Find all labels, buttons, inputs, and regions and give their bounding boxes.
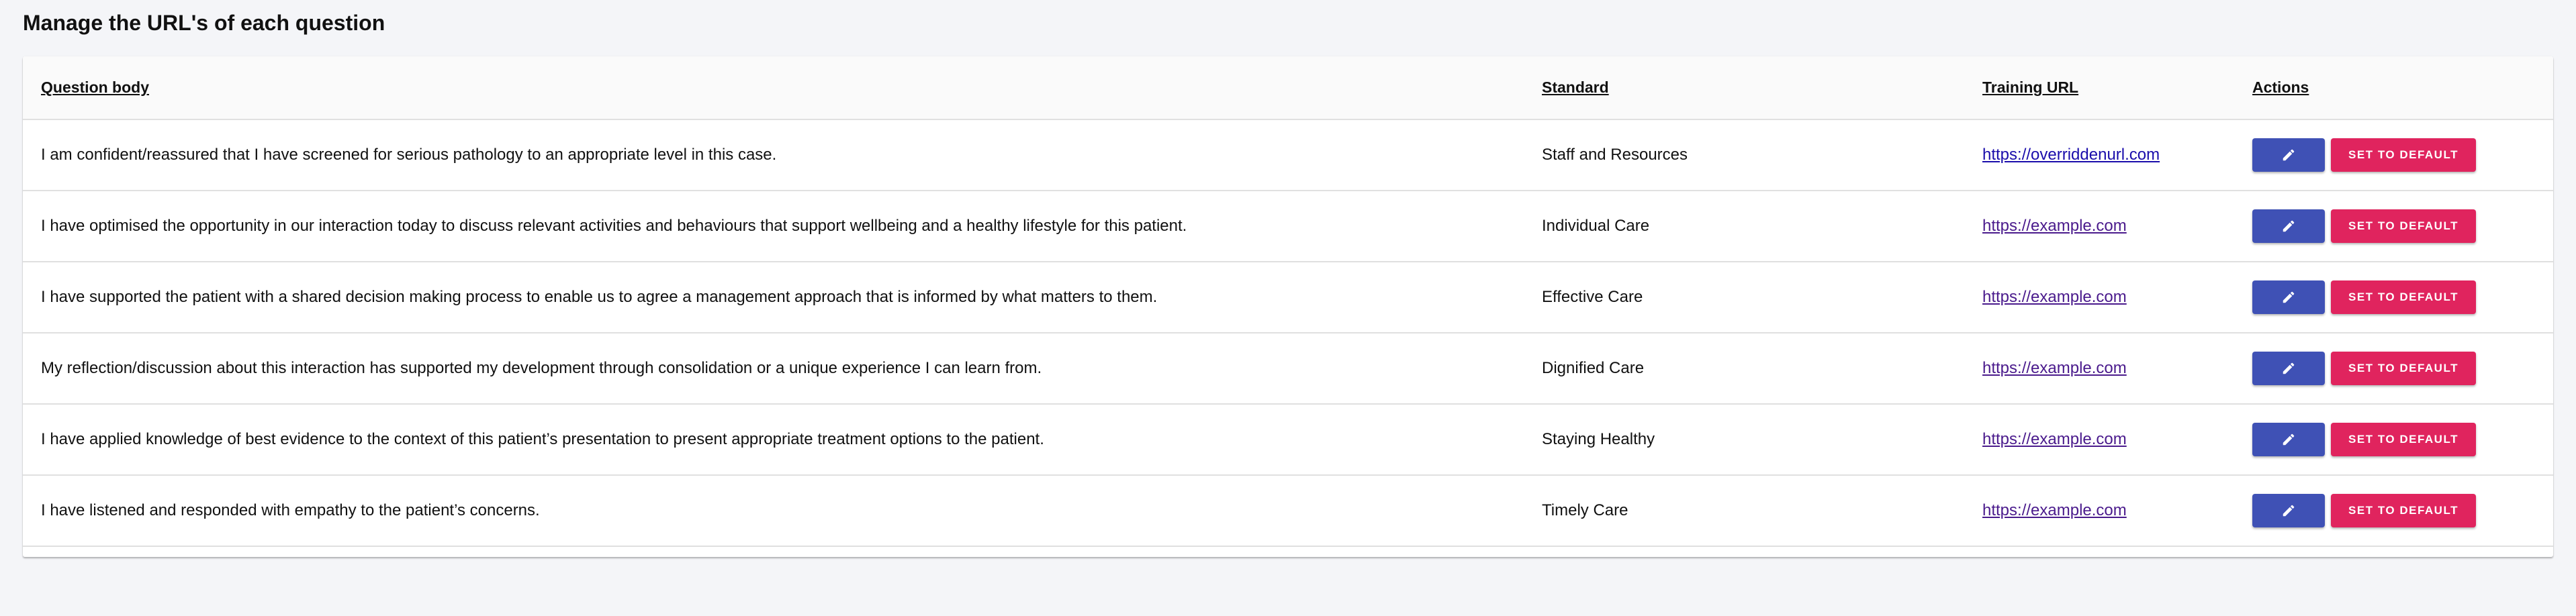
- actions-cell: SET TO DEFAULT: [2234, 262, 2553, 333]
- training-url-link[interactable]: https://example.com: [1982, 288, 2127, 306]
- training-url-link[interactable]: https://example.com: [1982, 501, 2127, 519]
- page-title: Manage the URL's of each question: [23, 11, 385, 35]
- edit-button[interactable]: [2252, 352, 2325, 385]
- question-body-cell: I have listened and responded with empat…: [23, 475, 1524, 547]
- pencil-icon: [2283, 220, 2295, 232]
- edit-button[interactable]: [2252, 280, 2325, 314]
- set-to-default-button[interactable]: SET TO DEFAULT: [2331, 209, 2476, 243]
- actions-cell: SET TO DEFAULT: [2234, 119, 2553, 191]
- training-url-link[interactable]: https://example.com: [1982, 359, 2127, 377]
- question-body-cell: I have supported the patient with a shar…: [23, 262, 1524, 333]
- actions-cell: SET TO DEFAULT: [2234, 404, 2553, 476]
- training-url-cell: https://overriddenurl.com: [1964, 119, 2234, 191]
- standard-cell: Staying Healthy: [1524, 404, 1964, 476]
- edit-button[interactable]: [2252, 423, 2325, 456]
- training-url-cell: https://example.com: [1964, 262, 2234, 333]
- edit-button[interactable]: [2252, 494, 2325, 527]
- questions-table-card: Question body Standard Training URL Acti…: [23, 56, 2553, 557]
- actions-cell: SET TO DEFAULT: [2234, 475, 2553, 547]
- page: Manage the URL's of each question Questi…: [0, 0, 2576, 616]
- pencil-icon: [2283, 149, 2295, 161]
- pencil-icon: [2283, 291, 2295, 303]
- question-body-cell: I am confident/reassured that I have scr…: [23, 119, 1524, 191]
- training-url-cell: https://example.com: [1964, 191, 2234, 262]
- training-url-link[interactable]: https://example.com: [1982, 430, 2127, 448]
- set-to-default-button[interactable]: SET TO DEFAULT: [2331, 423, 2476, 456]
- header-training-url[interactable]: Training URL: [1964, 56, 2234, 120]
- table-row: I have optimised the opportunity in our …: [23, 191, 2553, 262]
- header-question-body[interactable]: Question body: [23, 56, 1524, 120]
- table-row: I have supported the patient with a shar…: [23, 262, 2553, 333]
- question-body-cell: My reflection/discussion about this inte…: [23, 333, 1524, 405]
- actions-cell: SET TO DEFAULT: [2234, 333, 2553, 405]
- training-url-link[interactable]: https://example.com: [1982, 217, 2127, 235]
- header-standard[interactable]: Standard: [1524, 56, 1964, 120]
- set-to-default-button[interactable]: SET TO DEFAULT: [2331, 280, 2476, 314]
- table-row: My reflection/discussion about this inte…: [23, 333, 2553, 405]
- actions-cell: SET TO DEFAULT: [2234, 191, 2553, 262]
- standard-cell: Dignified Care: [1524, 333, 1964, 405]
- training-url-cell: https://example.com: [1964, 333, 2234, 405]
- question-body-cell: I have applied knowledge of best evidenc…: [23, 404, 1524, 476]
- standard-cell: Effective Care: [1524, 262, 1964, 333]
- table-header-row: Question body Standard Training URL Acti…: [23, 56, 2553, 120]
- question-body-cell: I have optimised the opportunity in our …: [23, 191, 1524, 262]
- table-row: I have applied knowledge of best evidenc…: [23, 404, 2553, 476]
- pencil-icon: [2283, 505, 2295, 517]
- standard-cell: Timely Care: [1524, 475, 1964, 547]
- standard-cell: Staff and Resources: [1524, 119, 1964, 191]
- table-row: I have listened and responded with empat…: [23, 475, 2553, 547]
- training-url-link[interactable]: https://overriddenurl.com: [1982, 146, 2160, 164]
- set-to-default-button[interactable]: SET TO DEFAULT: [2331, 138, 2476, 172]
- training-url-cell: https://example.com: [1964, 404, 2234, 476]
- header-actions[interactable]: Actions: [2234, 56, 2553, 120]
- pencil-icon: [2283, 362, 2295, 374]
- standard-cell: Individual Care: [1524, 191, 1964, 262]
- set-to-default-button[interactable]: SET TO DEFAULT: [2331, 352, 2476, 385]
- set-to-default-button[interactable]: SET TO DEFAULT: [2331, 494, 2476, 527]
- questions-table: Question body Standard Training URL Acti…: [23, 56, 2553, 547]
- training-url-cell: https://example.com: [1964, 475, 2234, 547]
- pencil-icon: [2283, 433, 2295, 446]
- table-row: I am confident/reassured that I have scr…: [23, 119, 2553, 191]
- edit-button[interactable]: [2252, 138, 2325, 172]
- edit-button[interactable]: [2252, 209, 2325, 243]
